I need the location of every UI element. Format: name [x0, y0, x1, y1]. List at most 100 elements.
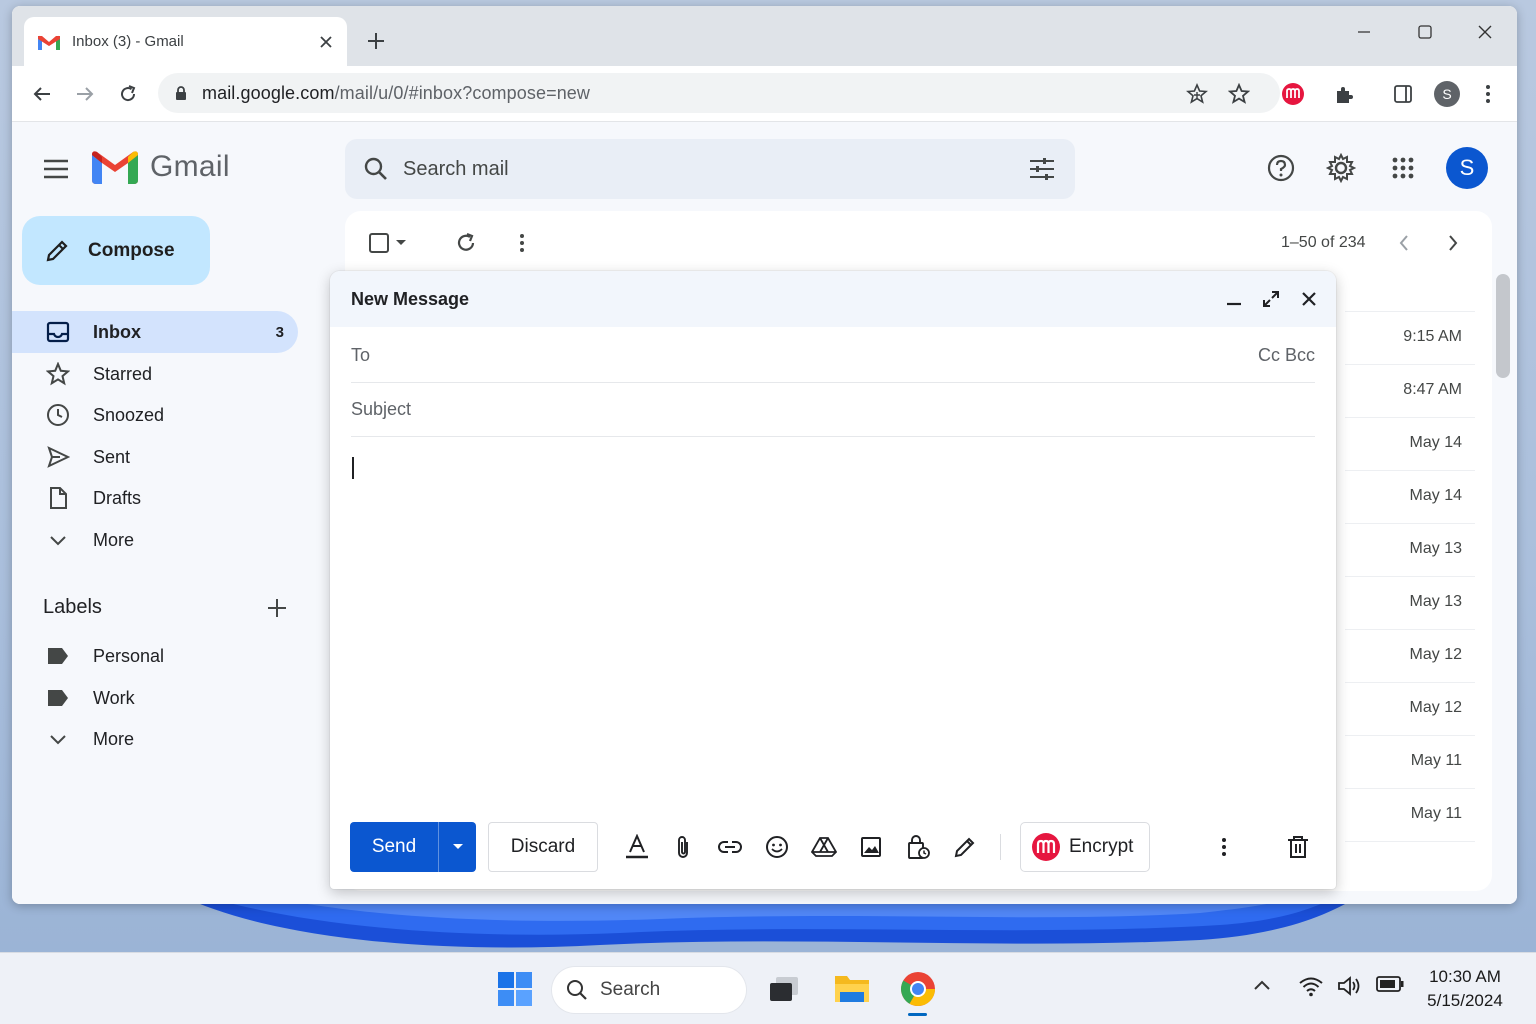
maximize-window-button[interactable]	[1409, 16, 1441, 48]
search-options-icon[interactable]	[1029, 157, 1055, 181]
row-divider	[1345, 417, 1475, 418]
row-divider	[1345, 629, 1475, 630]
row-divider	[1345, 364, 1475, 365]
select-dropdown-icon[interactable]	[391, 227, 411, 259]
insert-emoji-icon[interactable]	[759, 829, 795, 865]
sidebar-item-more[interactable]: More	[12, 519, 298, 561]
gmail-logo[interactable]: Gmail	[92, 150, 230, 184]
email-date[interactable]: May 13	[1410, 593, 1462, 611]
email-date[interactable]: 8:47 AM	[1403, 381, 1462, 399]
scrollbar-thumb[interactable]	[1496, 274, 1510, 378]
email-date[interactable]: May 13	[1410, 540, 1462, 558]
close-compose-button[interactable]	[1293, 283, 1325, 315]
insert-link-icon[interactable]	[712, 829, 748, 865]
email-date[interactable]: May 12	[1410, 699, 1462, 717]
to-field[interactable]: To Cc Bcc	[351, 329, 1315, 383]
email-date[interactable]: May 11	[1411, 752, 1462, 770]
show-hidden-icons-chevron[interactable]	[1252, 975, 1272, 995]
inbox-unread-count: 3	[275, 323, 284, 341]
encrypt-button[interactable]: Encrypt	[1020, 822, 1150, 872]
active-app-indicator	[908, 1013, 927, 1016]
email-date[interactable]: May 14	[1410, 434, 1462, 452]
install-app-icon[interactable]	[1181, 78, 1213, 110]
mailvelope-extension-icon[interactable]	[1277, 78, 1309, 110]
main-menu-icon[interactable]	[40, 153, 72, 185]
row-divider	[1345, 788, 1475, 789]
sidebar-item-sent[interactable]: Sent	[12, 436, 298, 478]
search-icon	[363, 156, 389, 182]
help-icon[interactable]	[1265, 152, 1297, 184]
browser-profile-avatar[interactable]: S	[1431, 78, 1463, 110]
apps-grid-icon[interactable]	[1387, 152, 1419, 184]
email-date[interactable]: May 11	[1411, 805, 1462, 823]
newer-page-button[interactable]	[1388, 227, 1420, 259]
send-button[interactable]: Send	[350, 836, 438, 858]
settings-gear-icon[interactable]	[1325, 152, 1357, 184]
email-date[interactable]: May 14	[1410, 487, 1462, 505]
mailvelope-logo-icon	[1031, 832, 1061, 862]
address-bar[interactable]: mail.google.com/mail/u/0/#inbox?compose=…	[158, 73, 1280, 113]
sidebar-labels-more[interactable]: More	[12, 718, 298, 760]
close-tab-icon[interactable]	[319, 35, 333, 49]
minimize-compose-button[interactable]	[1218, 283, 1250, 315]
text-cursor	[352, 457, 354, 479]
sidebar-item-inbox[interactable]: Inbox 3	[12, 311, 298, 353]
minimize-window-button[interactable]	[1348, 16, 1380, 48]
sidebar-item-snoozed[interactable]: Snoozed	[12, 394, 298, 436]
sidebar-item-label: Drafts	[93, 487, 142, 508]
search-input[interactable]: Search mail	[403, 158, 1029, 181]
fullscreen-compose-button[interactable]	[1255, 283, 1287, 315]
email-date[interactable]: 9:15 AM	[1403, 328, 1462, 346]
confidential-mode-icon[interactable]	[901, 829, 937, 865]
task-view-icon[interactable]	[768, 975, 800, 1003]
sidebar-item-starred[interactable]: Starred	[12, 353, 298, 395]
sidebar-item-drafts[interactable]: Drafts	[12, 477, 298, 519]
insert-signature-icon[interactable]	[947, 829, 983, 865]
compose-header[interactable]: New Message	[330, 271, 1336, 327]
forward-button[interactable]	[69, 78, 101, 110]
sidebar-label-personal[interactable]: Personal	[12, 635, 298, 677]
compose-button[interactable]: Compose	[22, 216, 210, 285]
insert-photo-icon[interactable]	[853, 829, 889, 865]
bookmark-star-icon[interactable]	[1223, 78, 1255, 110]
new-tab-button[interactable]	[360, 25, 392, 57]
close-window-button[interactable]	[1469, 16, 1501, 48]
inbox-icon	[46, 321, 70, 343]
cc-bcc-link[interactable]: Cc Bcc	[1258, 345, 1315, 366]
account-avatar[interactable]: S	[1446, 147, 1488, 189]
battery-icon[interactable]	[1376, 975, 1404, 993]
back-button[interactable]	[26, 78, 58, 110]
discard-button[interactable]: Discard	[488, 822, 598, 872]
email-date[interactable]: May 12	[1410, 646, 1462, 664]
side-panel-icon[interactable]	[1387, 78, 1419, 110]
schedule-send-dropdown[interactable]	[438, 822, 476, 872]
more-options-icon[interactable]	[1206, 829, 1242, 865]
taskbar-search[interactable]: Search	[552, 967, 746, 1013]
message-body-editor[interactable]	[330, 437, 1336, 807]
create-label-button[interactable]	[261, 592, 293, 624]
attach-file-icon[interactable]	[665, 829, 701, 865]
older-page-button[interactable]	[1437, 227, 1469, 259]
system-clock[interactable]: 10:30 AM 5/15/2024	[1410, 965, 1520, 1013]
reload-button[interactable]	[112, 78, 144, 110]
file-explorer-icon[interactable]	[834, 972, 870, 1004]
extensions-puzzle-icon[interactable]	[1328, 78, 1360, 110]
windows-start-icon[interactable]	[498, 972, 532, 1006]
volume-icon[interactable]	[1337, 975, 1363, 997]
browser-menu-icon[interactable]	[1472, 78, 1504, 110]
browser-toolbar: mail.google.com/mail/u/0/#inbox?compose=…	[12, 66, 1517, 122]
search-bar[interactable]: Search mail	[345, 139, 1075, 199]
refresh-icon[interactable]	[450, 227, 482, 259]
formatting-options-icon[interactable]	[619, 829, 655, 865]
encrypt-label: Encrypt	[1069, 836, 1134, 857]
sidebar-label-work[interactable]: Work	[12, 677, 298, 719]
more-actions-icon[interactable]	[506, 227, 538, 259]
google-drive-icon[interactable]	[806, 829, 842, 865]
discard-draft-trash-icon[interactable]	[1280, 829, 1316, 865]
chevron-down-icon	[46, 727, 70, 751]
wifi-icon[interactable]	[1298, 975, 1324, 997]
tab-gmail-inbox[interactable]: Inbox (3) - Gmail	[24, 17, 347, 66]
send-button-group[interactable]: Send	[350, 822, 476, 872]
chrome-taskbar-icon[interactable]	[900, 971, 936, 1007]
subject-field[interactable]: Subject	[351, 383, 1315, 437]
